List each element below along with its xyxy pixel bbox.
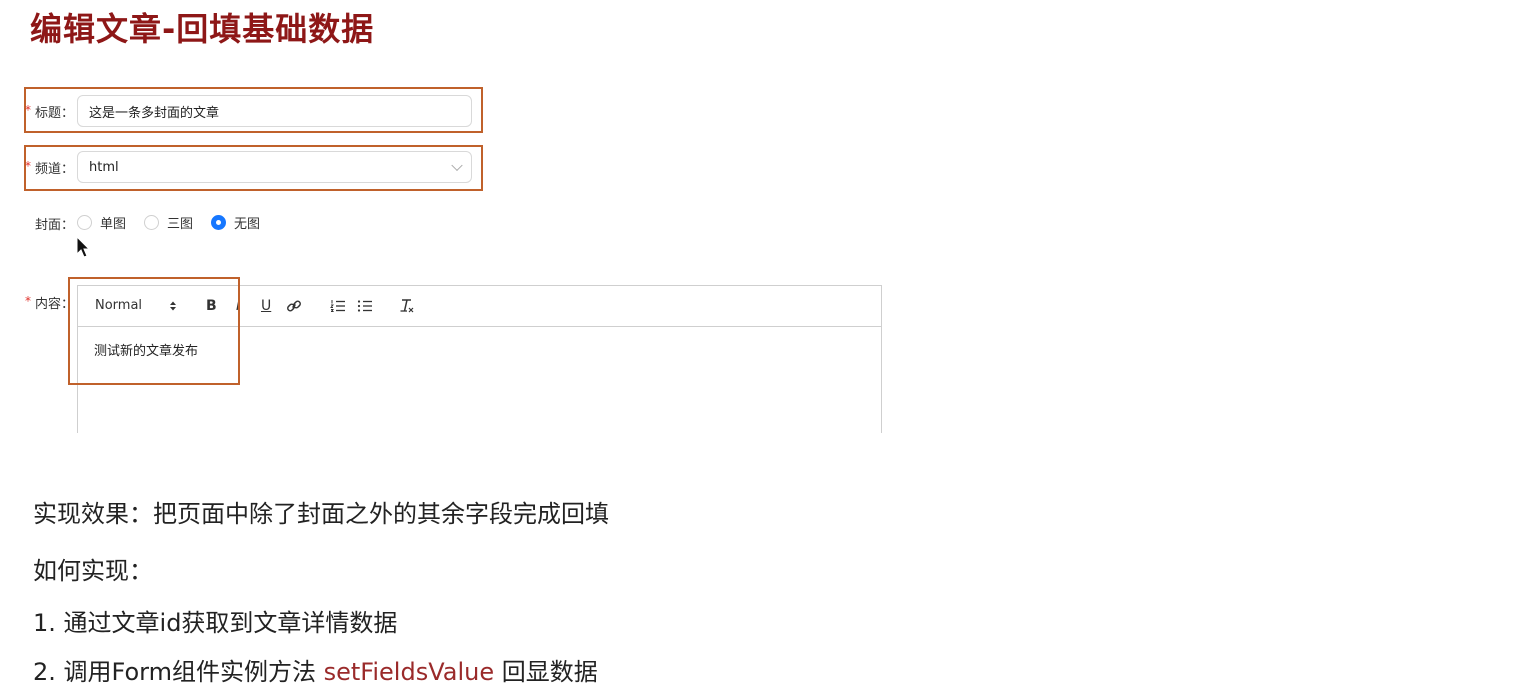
channel-select[interactable]: html <box>77 151 472 183</box>
required-mark: * <box>25 103 31 117</box>
clear-format-icon[interactable] <box>399 298 415 314</box>
channel-select-value: html <box>89 159 119 175</box>
underline-icon[interactable]: U <box>261 298 271 314</box>
step-1: 1. 通过文章id获取到文章详情数据 <box>33 609 398 637</box>
cover-radio-single[interactable]: 单图 <box>77 213 126 232</box>
step-2-prefix: 2. 调用Form组件实例方法 <box>33 658 324 686</box>
radio-circle-checked <box>211 215 226 230</box>
link-icon[interactable] <box>286 298 302 314</box>
highlight-box-content <box>68 277 240 385</box>
radio-label: 单图 <box>100 217 127 232</box>
title-input[interactable]: 这是一条多封面的文章 <box>77 95 472 127</box>
bullet-list-icon[interactable] <box>357 299 373 313</box>
cover-radio-three[interactable]: 三图 <box>144 213 193 232</box>
title-label: 标题： <box>35 106 75 121</box>
mouse-cursor-icon <box>76 236 91 258</box>
chevron-down-icon <box>451 159 463 172</box>
ordered-list-icon[interactable] <box>330 299 346 313</box>
radio-label: 三图 <box>167 217 194 232</box>
radio-circle <box>144 215 159 230</box>
channel-label: 频道： <box>35 162 75 177</box>
cover-radio-none[interactable]: 无图 <box>211 213 260 232</box>
required-mark: * <box>25 159 31 173</box>
method-name: setFieldsValue <box>323 658 495 686</box>
radio-label: 无图 <box>234 217 261 232</box>
step-2-suffix: 回显数据 <box>494 658 598 686</box>
how-label: 如何实现： <box>33 557 153 585</box>
step-2: 2. 调用Form组件实例方法 setFieldsValue 回显数据 <box>33 652 598 687</box>
required-mark: * <box>25 294 31 308</box>
cover-label: 封面： <box>35 218 75 233</box>
effect-text: 实现效果：把页面中除了封面之外的其余字段完成回填 <box>33 500 609 528</box>
title-input-value: 这是一条多封面的文章 <box>89 105 220 121</box>
radio-circle <box>77 215 92 230</box>
page-title: 编辑文章-回填基础数据 <box>30 10 375 48</box>
